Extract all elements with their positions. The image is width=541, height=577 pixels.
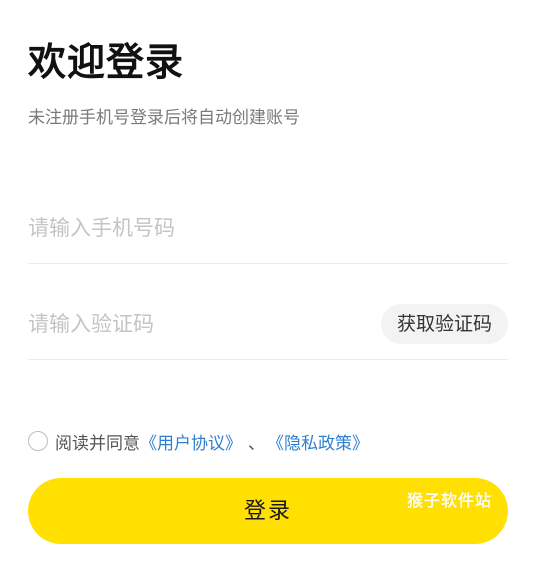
agreement-row: 阅读并同意 《用户协议》 、 《隐私政策》: [28, 429, 369, 454]
page-title: 欢迎登录: [28, 40, 185, 84]
verification-code-input[interactable]: [28, 304, 328, 344]
agreement-prefix: 阅读并同意: [55, 433, 140, 454]
agreement-checkbox[interactable]: [28, 431, 48, 451]
phone-input[interactable]: [28, 208, 328, 248]
login-button[interactable]: 登录 猴子软件站: [28, 478, 508, 544]
privacy-policy-link[interactable]: 《隐私政策》: [267, 429, 369, 454]
user-agreement-link[interactable]: 《用户协议》: [140, 429, 242, 454]
login-page: 欢迎登录 未注册手机号登录后将自动创建账号 获取验证码 阅读并同意 《用户协议》…: [0, 0, 541, 577]
code-field: 获取验证码: [28, 290, 508, 360]
agreement-separator: 、: [248, 433, 265, 454]
page-subtitle: 未注册手机号登录后将自动创建账号: [28, 108, 300, 128]
watermark-text: 猴子软件站: [406, 493, 492, 510]
get-code-button[interactable]: 获取验证码: [380, 304, 508, 344]
phone-field: [28, 194, 508, 264]
